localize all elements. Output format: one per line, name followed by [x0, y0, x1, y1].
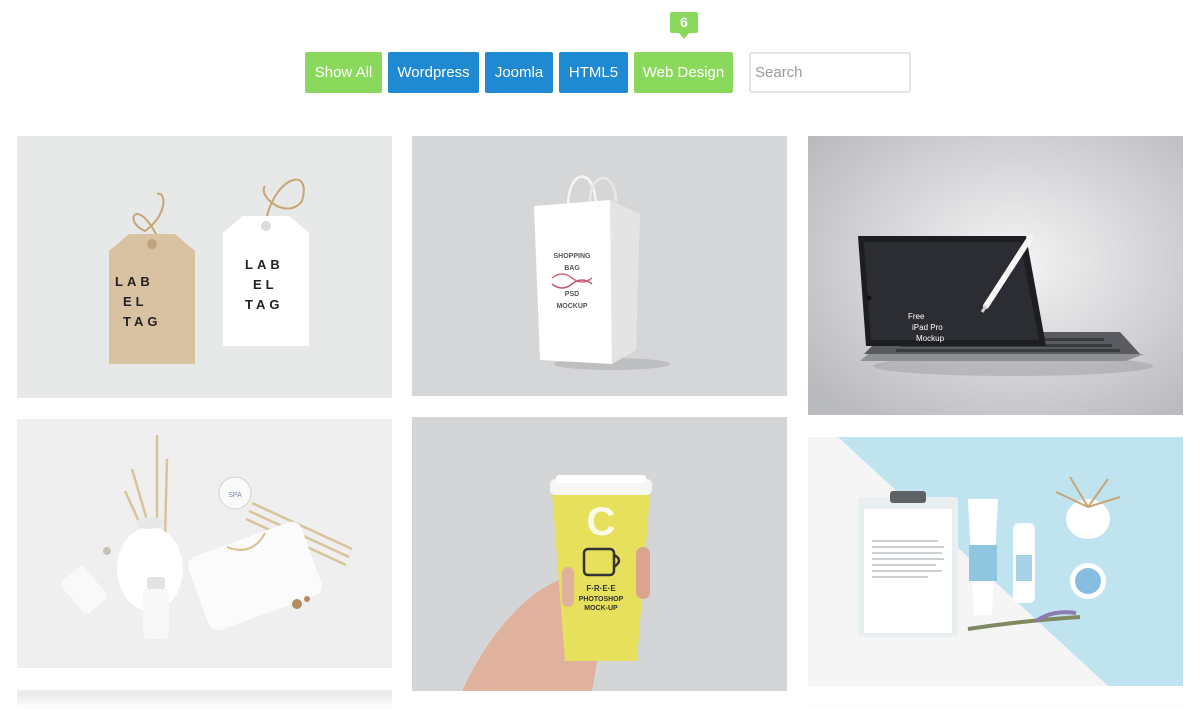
shopping-bag-mockup-image: SHOPPING BAG PSD MOCKUP [412, 136, 787, 396]
filter-web-design-button[interactable]: Web Design [634, 52, 733, 93]
ipad-line1: Free [908, 312, 925, 321]
tag-a-line2: EL [123, 294, 148, 309]
filter-joomla-button[interactable]: Joomla [485, 52, 553, 93]
filter-wordpress-button[interactable]: Wordpress [388, 52, 479, 93]
filter-show-all-button[interactable]: Show All [305, 52, 382, 93]
bag-line1: SHOPPING [554, 253, 592, 260]
label-tag-mockup-image: LAB EL TAG LAB EL TAG [17, 136, 392, 398]
tag-b-line1: LAB [245, 257, 284, 272]
bag-line4: MOCKUP [556, 303, 587, 310]
stationery-mockup-image [808, 437, 1183, 686]
ipad-line2: iPad Pro [912, 323, 943, 332]
gallery-item-ipad[interactable]: Free iPad Pro Mockup [808, 136, 1183, 415]
cup-line3: MOCK-UP [584, 605, 618, 612]
gallery-item-partial-left[interactable] [17, 690, 392, 709]
cup-line2: PHOTOSHOP [579, 596, 624, 603]
filter-count-badge: 6 [670, 12, 698, 39]
spa-mockup-image: SPA [17, 419, 392, 668]
cup-line1: F·R·E·E [586, 584, 616, 593]
gallery-item-label-tag[interactable]: LAB EL TAG LAB EL TAG [17, 136, 392, 398]
bag-line3: PSD [565, 291, 579, 298]
portfolio-page: 6 Show All Wordpress Joomla HTML5 Web De… [0, 0, 1200, 709]
tag-b-line2: EL [253, 277, 278, 292]
search-input[interactable] [749, 52, 911, 93]
gallery-item-spa[interactable]: SPA [17, 419, 392, 668]
gallery-item-coffee-cup[interactable]: C F·R·E·E PHOTOSHOP MOCK-UP [412, 417, 787, 691]
coffee-cup-mockup-image: C F·R·E·E PHOTOSHOP MOCK-UP [412, 417, 787, 691]
bag-line2: BAG [564, 265, 580, 272]
filter-bar: Show All Wordpress Joomla HTML5 Web Desi… [0, 52, 1200, 93]
ipad-pro-mockup-image: Free iPad Pro Mockup [808, 136, 1183, 415]
filter-html5-button[interactable]: HTML5 [559, 52, 628, 93]
tag-a-line1: LAB [115, 274, 154, 289]
gallery-item-shopping-bag[interactable]: SHOPPING BAG PSD MOCKUP [412, 136, 787, 396]
cup-big-letter: C [587, 500, 616, 544]
gallery-item-stationery[interactable] [808, 437, 1183, 686]
tag-a-line3: TAG [123, 314, 161, 329]
tag-b-line3: TAG [245, 297, 283, 312]
ipad-line3: Mockup [916, 334, 945, 343]
spa-jar-label: SPA [228, 492, 242, 499]
